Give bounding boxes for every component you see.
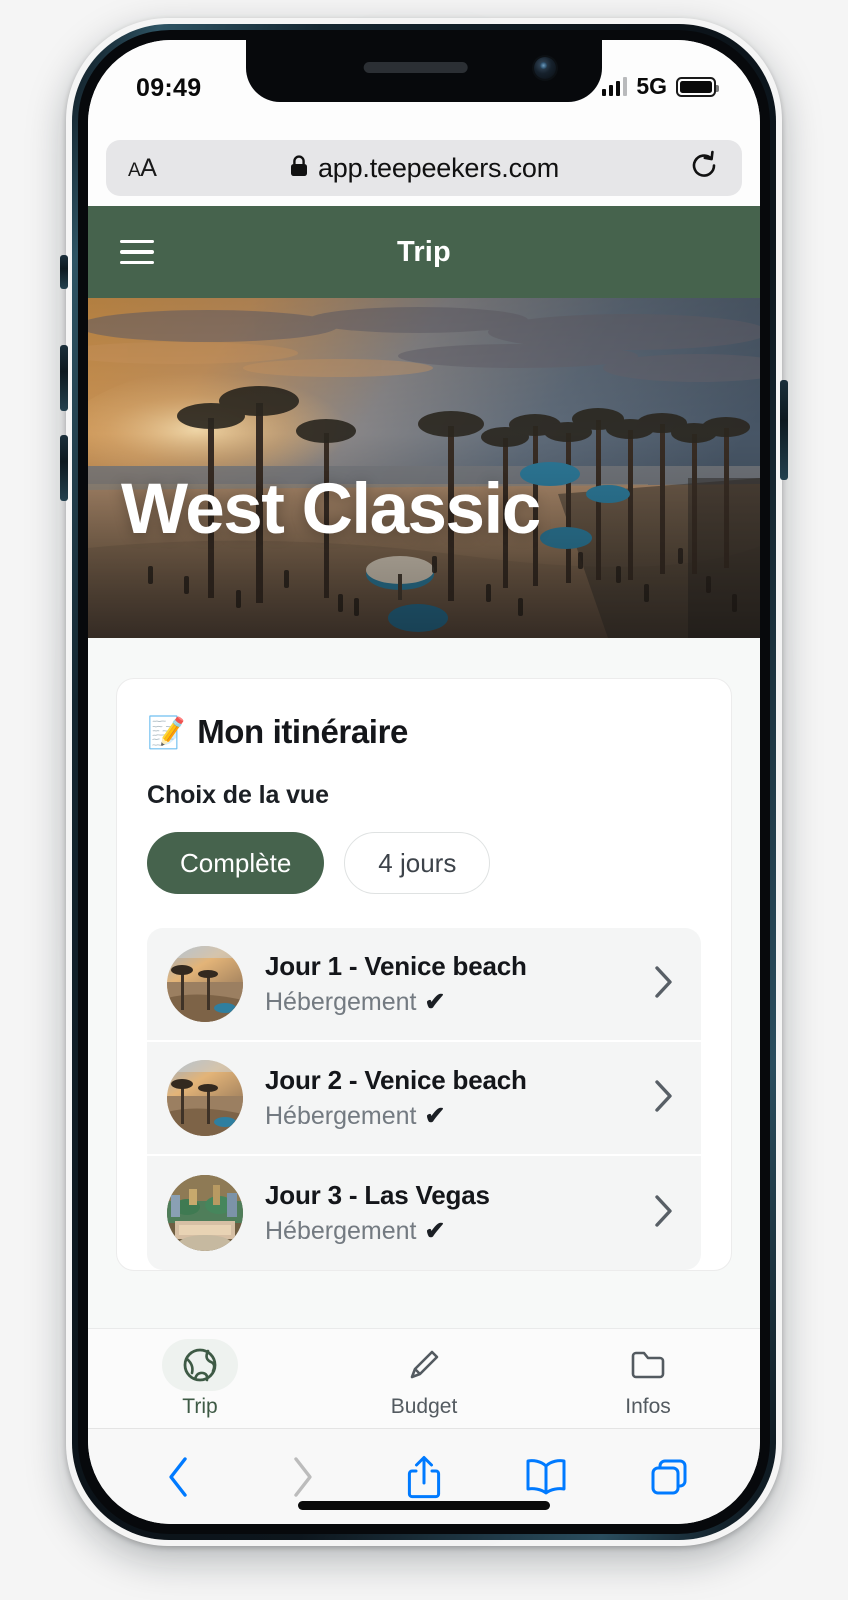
text-size-button[interactable]: AA	[128, 154, 157, 183]
table-row[interactable]: Jour 1 - Venice beach Hébergement ✔	[147, 928, 701, 1042]
day-text-block: Jour 2 - Venice beach Hébergement ✔	[265, 1065, 653, 1131]
tab-infos[interactable]: Infos	[536, 1339, 760, 1419]
day-list: Jour 1 - Venice beach Hébergement ✔ Jour…	[147, 928, 701, 1270]
hero-title: West Classic	[121, 470, 541, 549]
back-button[interactable]	[118, 1454, 240, 1500]
day-thumbnail	[167, 946, 243, 1022]
view-selector: Complète 4 jours	[147, 832, 701, 894]
view-selector-label: Choix de la vue	[147, 781, 329, 809]
chevron-right-icon[interactable]	[653, 1078, 675, 1119]
check-icon: ✔	[424, 1217, 446, 1245]
url-text: app.teepeekers.com	[317, 152, 560, 183]
chevron-right-icon[interactable]	[653, 1193, 675, 1234]
volume-down-button[interactable]	[60, 435, 68, 501]
day-subtitle: Hébergement	[265, 1101, 417, 1130]
share-button[interactable]	[363, 1453, 485, 1501]
status-indicators: 5G	[601, 73, 719, 100]
silent-switch[interactable]	[60, 255, 68, 289]
network-type-label: 5G	[636, 73, 667, 99]
tabs-button[interactable]	[608, 1456, 730, 1498]
front-camera	[534, 57, 556, 79]
check-icon: ✔	[424, 988, 446, 1016]
page-content: 📝 Mon itinéraire Choix de la vue Complèt…	[88, 638, 760, 1328]
phone-screen: 09:49 5G AA app.teepeekers.com Trip West…	[88, 40, 760, 1524]
globe-icon	[162, 1338, 238, 1391]
day-text-block: Jour 1 - Venice beach Hébergement ✔	[265, 951, 653, 1017]
day-thumbnail	[167, 1060, 243, 1136]
day-text-block: Jour 3 - Las Vegas Hébergement ✔	[265, 1180, 653, 1246]
chevron-right-icon[interactable]	[653, 964, 675, 1005]
bookmarks-button[interactable]	[485, 1457, 607, 1497]
earpiece-speaker	[363, 62, 468, 73]
home-indicator[interactable]	[298, 1501, 550, 1510]
app-title: Trip	[397, 235, 451, 268]
card-title-row: 📝 Mon itinéraire	[147, 713, 701, 751]
day-title: Jour 1 - Venice beach	[265, 951, 527, 981]
hamburger-menu-icon[interactable]	[120, 239, 154, 265]
day-thumbnail	[167, 1175, 243, 1251]
volume-up-button[interactable]	[60, 345, 68, 411]
table-row[interactable]: Jour 3 - Las Vegas Hébergement ✔	[147, 1156, 701, 1270]
tab-label: Trip	[182, 1394, 218, 1418]
card-title: Mon itinéraire	[197, 713, 408, 750]
day-subtitle-row: Hébergement ✔	[265, 1216, 653, 1246]
table-row[interactable]: Jour 2 - Venice beach Hébergement ✔	[147, 1042, 701, 1156]
battery-full-icon	[676, 76, 719, 97]
hero-image	[88, 298, 760, 638]
beach-sunset-thumb	[167, 1060, 243, 1136]
reload-icon[interactable]	[688, 150, 720, 187]
folder-icon	[610, 1339, 686, 1391]
check-icon: ✔	[424, 1102, 446, 1130]
signal-bars-icon	[601, 77, 628, 96]
pencil-icon	[386, 1339, 462, 1391]
address-bar[interactable]: AA app.teepeekers.com	[106, 140, 742, 196]
view-option-4-days[interactable]: 4 jours	[344, 832, 491, 894]
lock-icon	[289, 154, 309, 183]
day-subtitle-row: Hébergement ✔	[265, 987, 653, 1017]
day-title: Jour 2 - Venice beach	[265, 1065, 527, 1095]
view-option-complete[interactable]: Complète	[147, 832, 325, 894]
bottom-tab-bar: Trip Budget Infos	[88, 1328, 760, 1428]
beach-sunset-thumb	[167, 946, 243, 1022]
tab-budget[interactable]: Budget	[312, 1339, 536, 1419]
power-button[interactable]	[780, 380, 788, 480]
forward-button[interactable]	[240, 1454, 362, 1500]
phone-notch	[246, 40, 602, 102]
hero-banner: West Classic	[88, 298, 760, 638]
las-vegas-thumb	[167, 1175, 243, 1251]
day-subtitle: Hébergement	[265, 987, 417, 1016]
day-subtitle: Hébergement	[265, 1216, 417, 1245]
notepad-emoji-icon: 📝	[147, 714, 186, 750]
tab-label: Budget	[390, 1394, 458, 1418]
browser-top-bar: AA app.teepeekers.com	[88, 132, 760, 206]
tab-trip[interactable]: Trip	[88, 1338, 312, 1419]
itinerary-card: 📝 Mon itinéraire Choix de la vue Complèt…	[116, 678, 732, 1271]
day-subtitle-row: Hébergement ✔	[265, 1101, 653, 1131]
app-header: Trip	[88, 206, 760, 298]
status-time: 09:49	[136, 74, 202, 102]
day-title: Jour 3 - Las Vegas	[265, 1180, 490, 1210]
tab-label: Infos	[625, 1394, 671, 1418]
